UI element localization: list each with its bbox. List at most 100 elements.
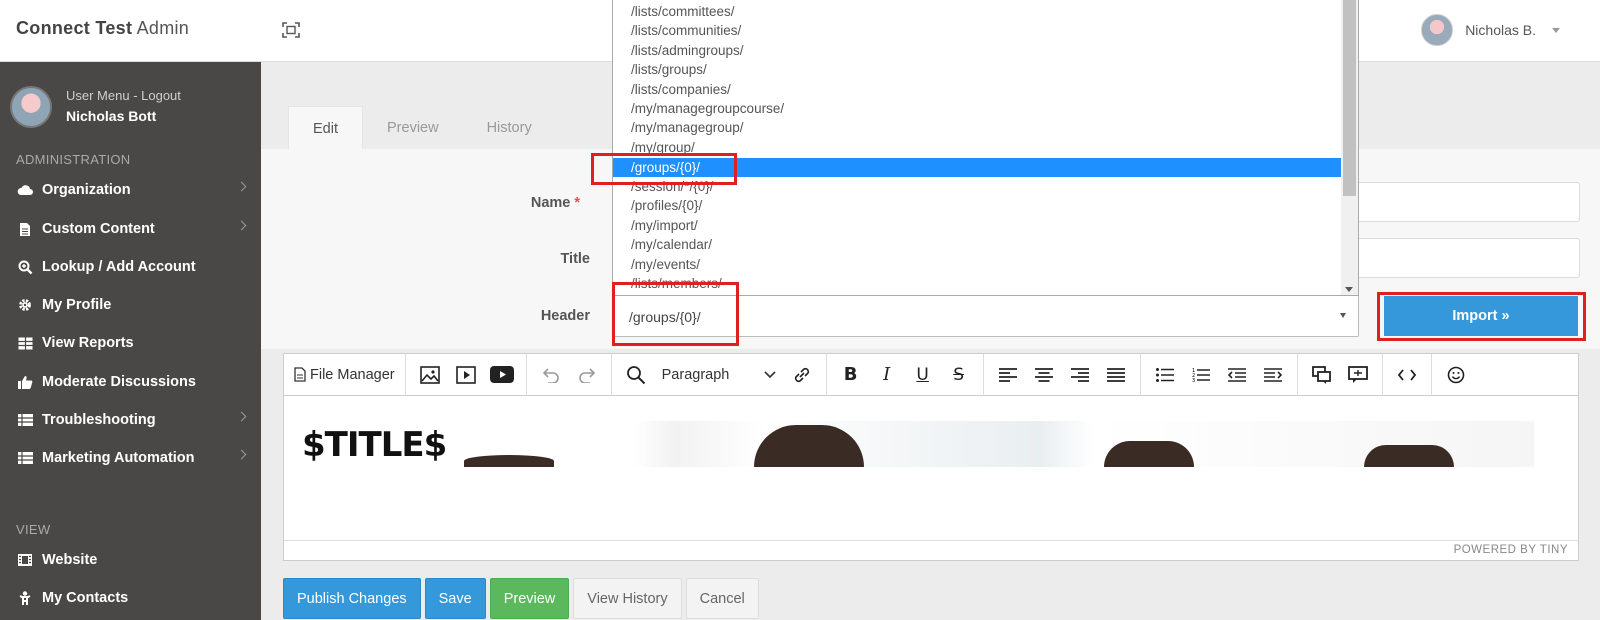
toolbar-group-format: Paragraph — [612, 353, 827, 396]
file-icon — [294, 367, 306, 382]
section-label-administration: ADMINISTRATION — [16, 152, 131, 167]
dropdown-option[interactable]: /my/events/ — [613, 255, 1342, 274]
search-icon[interactable] — [618, 360, 654, 390]
powered-by-label[interactable]: POWERED BY TINY — [1454, 544, 1568, 556]
dropdown-arrow-icon — [1340, 313, 1346, 318]
sidebar-item-label: Troubleshooting — [42, 412, 156, 428]
source-code-icon[interactable] — [1389, 360, 1425, 390]
bold-icon[interactable]: B — [833, 360, 869, 390]
toolbar-group-comments — [1298, 353, 1383, 396]
rich-text-editor: File Manager Paragraph B I U S 1 2 3 $TI… — [283, 353, 1579, 561]
undo-icon[interactable] — [533, 360, 569, 390]
sidebar-item-marketing-automation[interactable]: Marketing Automation — [0, 439, 261, 477]
top-user-name: Nicholas B. — [1465, 22, 1536, 38]
header-label: Header — [540, 308, 590, 324]
sidebar: User Menu - Logout Nicholas Bott ADMINIS… — [0, 62, 261, 620]
file-icon — [16, 221, 34, 237]
indent-icon[interactable] — [1255, 360, 1291, 390]
comment-add-icon[interactable] — [1340, 360, 1376, 390]
brand-rest: Admin — [132, 18, 190, 38]
sidebar-item-my-contacts[interactable]: My Contacts — [0, 579, 261, 617]
sidebar-item-troubleshooting[interactable]: Troubleshooting — [0, 401, 261, 439]
fullscreen-icon[interactable] — [282, 22, 300, 38]
sidebar-item-my-profile[interactable]: My Profile — [0, 286, 261, 324]
comments-icon[interactable] — [1304, 360, 1340, 390]
sidebar-item-label: View Reports — [42, 335, 134, 351]
sidebar-item-lookup-add-account[interactable]: Lookup / Add Account — [0, 248, 261, 286]
name-input[interactable] — [1340, 182, 1580, 222]
media-icon[interactable] — [448, 360, 484, 390]
film-icon — [16, 552, 34, 568]
file-manager-button[interactable]: File Manager — [290, 367, 399, 383]
dropdown-option[interactable]: /lists/groups/ — [613, 60, 1342, 79]
dropdown-option[interactable]: /my/managegroupcourse/ — [613, 99, 1342, 118]
bullet-list-icon[interactable] — [1147, 360, 1183, 390]
editor-toolbar: File Manager Paragraph B I U S 1 2 3 — [284, 353, 1578, 396]
header-dropdown-list: /lists/committees/ /lists/communities/ /… — [612, 0, 1359, 296]
toolbar-group-file: File Manager — [284, 353, 406, 396]
title-label: Title — [560, 251, 590, 267]
toolbar-group-emoji — [1432, 354, 1480, 396]
table-icon — [16, 335, 34, 351]
action-buttons: Publish Changes Save Preview View Histor… — [283, 578, 759, 619]
sidebar-item-website[interactable]: Website — [0, 541, 261, 579]
tab-history[interactable]: History — [463, 106, 556, 150]
dropdown-option[interactable]: /lists/admingroups/ — [613, 41, 1342, 60]
sidebar-item-label: Marketing Automation — [42, 450, 195, 466]
header-banner-image — [434, 421, 1534, 467]
dropdown-option[interactable]: /my/managegroup/ — [613, 118, 1342, 137]
person-silhouette — [1104, 441, 1194, 467]
user-menu-top[interactable]: Nicholas B. — [1421, 14, 1560, 46]
scroll-down-arrow-icon[interactable] — [1345, 287, 1353, 292]
gear-icon — [16, 297, 34, 313]
dropdown-option[interactable]: /lists/committees/ — [613, 2, 1342, 21]
preview-button[interactable]: Preview — [489, 578, 570, 619]
publish-changes-button[interactable]: Publish Changes — [283, 578, 421, 619]
file-manager-label: File Manager — [310, 366, 395, 383]
numbered-list-icon[interactable]: 123 — [1183, 360, 1219, 390]
person-silhouette — [754, 425, 864, 467]
block-format-select[interactable]: Paragraph — [654, 367, 784, 383]
save-button[interactable]: Save — [424, 578, 486, 619]
dropdown-option[interactable]: /lists/communities/ — [613, 21, 1342, 40]
youtube-icon[interactable] — [484, 360, 520, 390]
sidebar-item-moderate-discussions[interactable]: Moderate Discussions — [0, 363, 261, 401]
sidebar-item-custom-content[interactable]: Custom Content — [0, 210, 261, 248]
align-center-icon[interactable] — [1026, 360, 1062, 390]
outdent-icon[interactable] — [1219, 360, 1255, 390]
caret-down-icon — [1552, 27, 1560, 33]
redo-icon[interactable] — [569, 360, 605, 390]
dropdown-option[interactable]: /lists/companies/ — [613, 80, 1342, 99]
align-right-icon[interactable] — [1062, 360, 1098, 390]
underline-icon[interactable]: U — [905, 360, 941, 390]
toolbar-group-media — [406, 353, 527, 396]
sidebar-item-view-reports[interactable]: View Reports — [0, 324, 261, 362]
dropdown-option[interactable]: /profiles/{0}/ — [613, 196, 1342, 215]
align-justify-icon[interactable] — [1098, 360, 1134, 390]
dropdown-option[interactable]: /my/import/ — [613, 216, 1342, 235]
scrollbar-thumb[interactable] — [1343, 0, 1356, 196]
strikethrough-icon[interactable]: S — [941, 360, 977, 390]
app-brand[interactable]: Connect Test Admin — [16, 18, 189, 39]
tab-preview[interactable]: Preview — [363, 106, 463, 150]
content-title-token: $TITLE$ — [302, 425, 447, 465]
user-menu-logout-link[interactable]: User Menu - Logout — [66, 88, 181, 103]
view-history-button[interactable]: View History — [573, 578, 682, 619]
sidebar-item-organization[interactable]: Organization — [0, 171, 261, 209]
link-icon[interactable] — [784, 360, 820, 390]
cancel-button[interactable]: Cancel — [685, 578, 759, 619]
person-icon — [16, 590, 34, 606]
toolbar-group-lists: 123 — [1141, 353, 1298, 396]
align-left-icon[interactable] — [990, 360, 1026, 390]
dropdown-scrollbar[interactable] — [1341, 0, 1358, 295]
emoji-icon[interactable] — [1438, 360, 1474, 390]
editor-content-area[interactable]: $TITLE$ — [284, 397, 1578, 537]
sidebar-item-label: My Profile — [42, 297, 112, 313]
image-icon[interactable] — [412, 360, 448, 390]
tab-edit[interactable]: Edit — [288, 106, 363, 150]
sidebar-item-label: Moderate Discussions — [42, 374, 196, 390]
dropdown-option[interactable]: /my/calendar/ — [613, 235, 1342, 254]
sidebar-item-label: Lookup / Add Account — [42, 259, 196, 275]
italic-icon[interactable]: I — [869, 360, 905, 390]
title-input[interactable] — [1340, 238, 1580, 278]
